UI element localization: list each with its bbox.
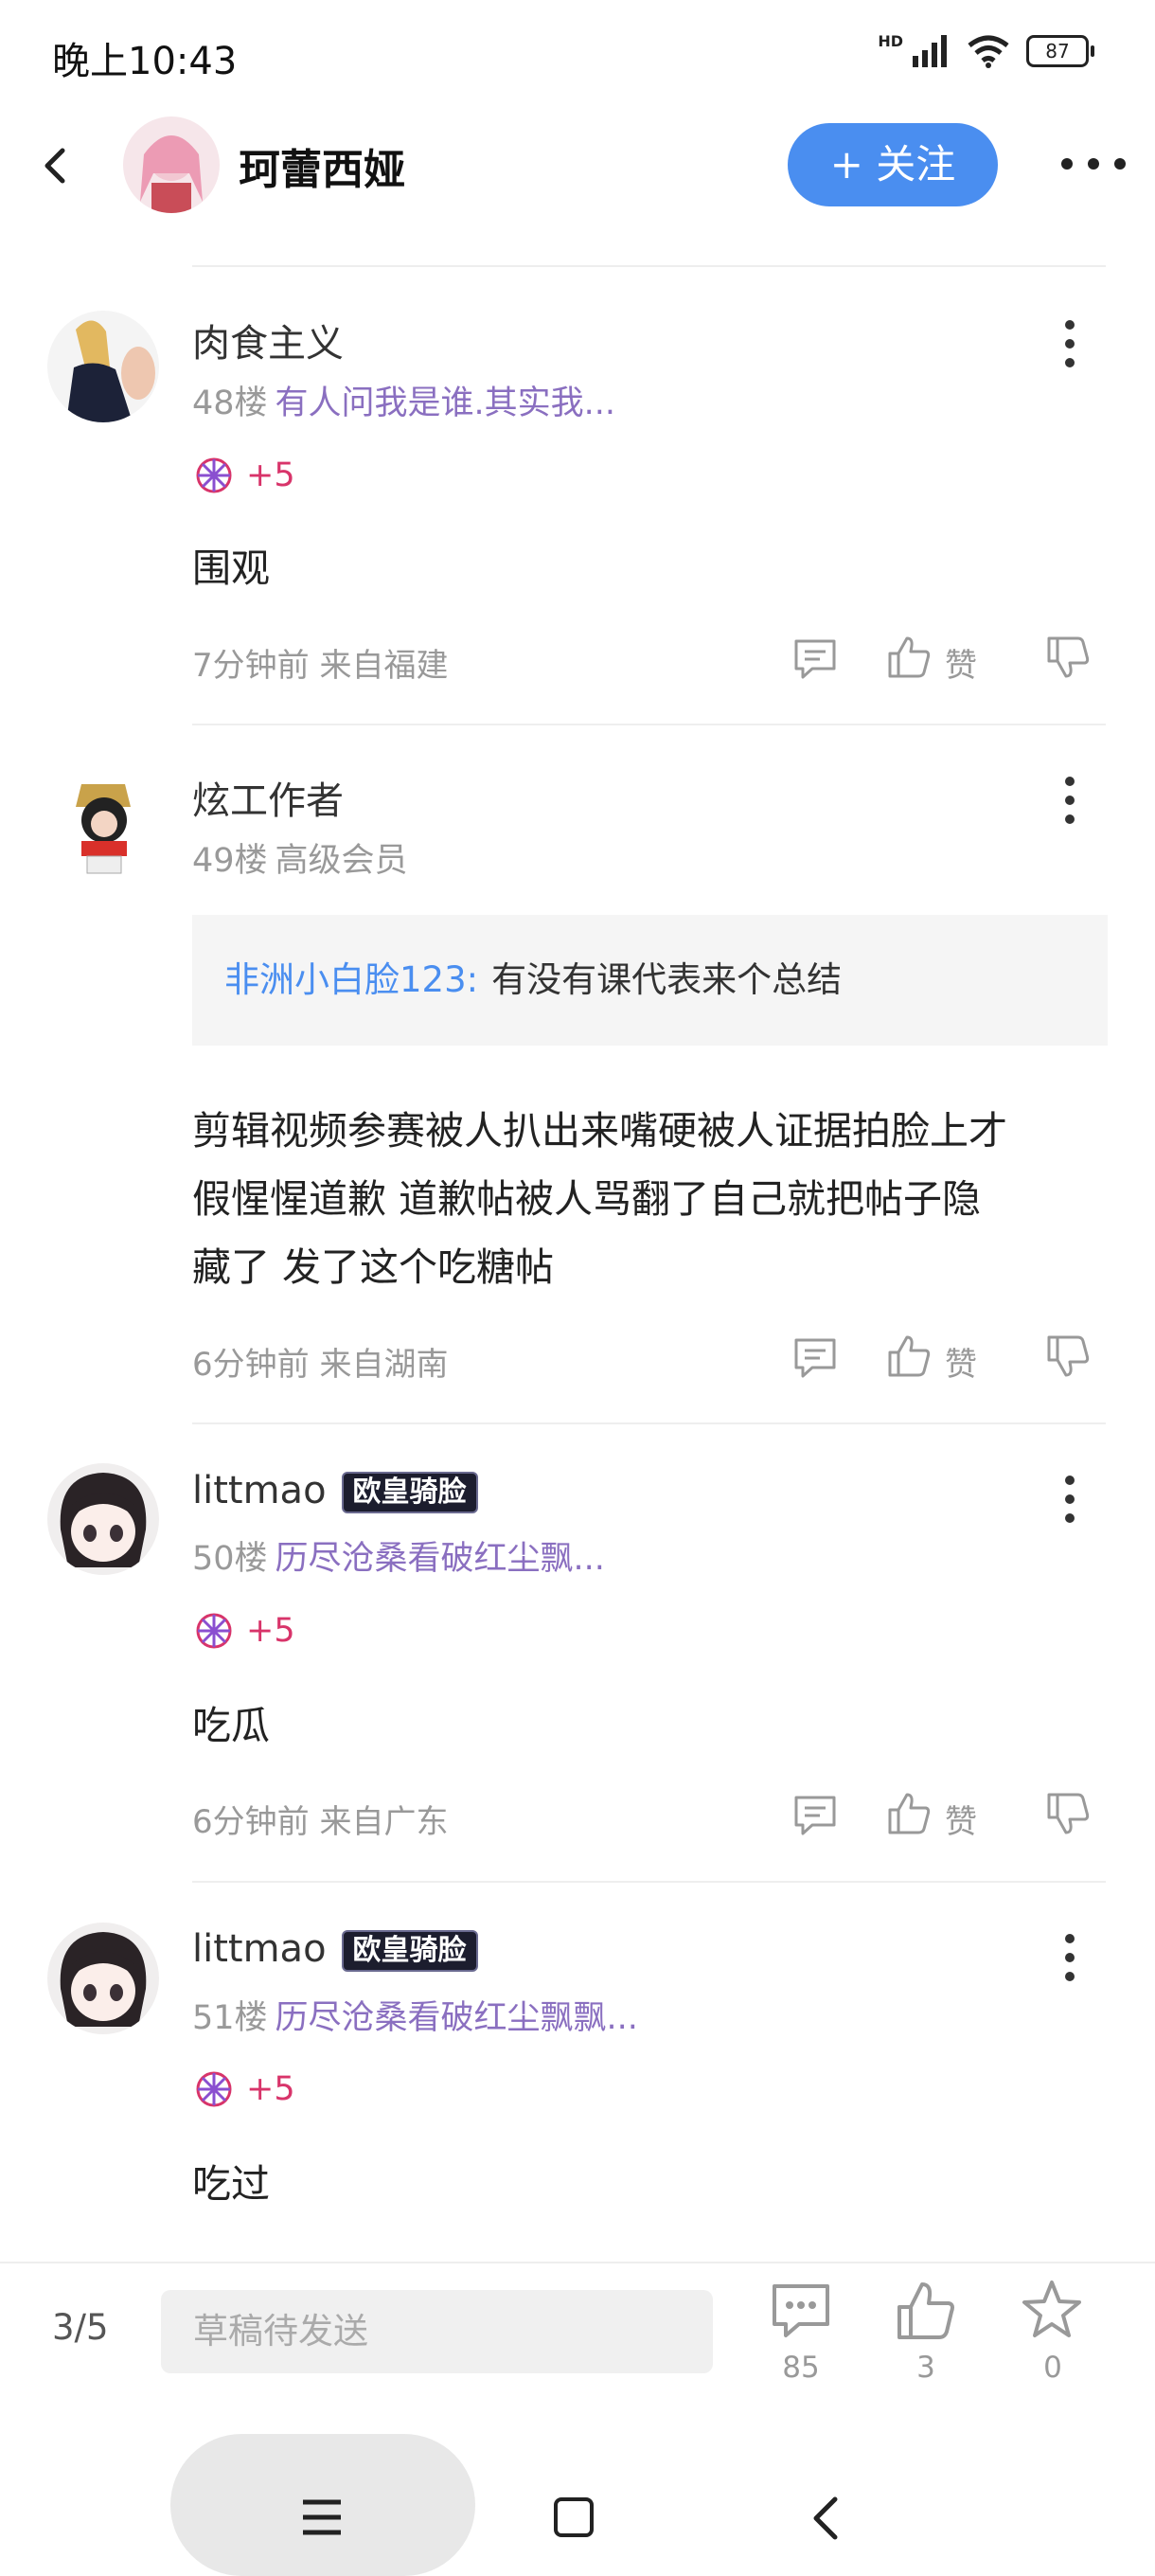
post-meta: 48楼 有人问我是谁.其实我... — [192, 376, 615, 424]
medal-badge: 欧皇骑脸 — [341, 1472, 478, 1513]
quote-text: 有没有课代表来个总结 — [491, 959, 843, 1000]
like-icon[interactable] — [886, 635, 932, 680]
reply-icon[interactable] — [793, 638, 837, 680]
kebab-menu-icon[interactable] — [1053, 1471, 1087, 1528]
like-icon[interactable] — [896, 2281, 956, 2341]
user-title: 有人问我是谁.其实我... — [275, 385, 616, 422]
back-icon[interactable] — [807, 2495, 844, 2542]
comment-count: 85 — [782, 2351, 820, 2385]
reward: +5 — [195, 1612, 295, 1650]
reward: +5 — [195, 456, 295, 494]
post-time: 6分钟前 来自湖南 — [192, 1346, 449, 1384]
reward-count: +5 — [246, 2070, 295, 2108]
post-content: 围观 — [192, 546, 270, 591]
follow-button[interactable]: + 关注 — [788, 123, 998, 206]
post-meta: 50楼 历尽沧桑看破红尘飘... — [192, 1531, 605, 1580]
post-meta: 51楼 历尽沧桑看破红尘飘飘... — [192, 1991, 638, 2039]
like-label[interactable]: 赞 — [945, 1338, 977, 1385]
divider — [192, 265, 1106, 267]
author-name[interactable]: 炫工作者 — [192, 770, 344, 825]
header-username[interactable]: 珂蕾西娅 — [239, 135, 405, 196]
reply-input[interactable]: 草稿待发送 — [161, 2290, 713, 2373]
wifi-icon — [968, 35, 1009, 68]
content-line: 假惺惺道歉 道歉帖被人骂翻了自己就把帖子隐 — [192, 1176, 982, 1222]
header: 珂蕾西娅 + 关注 — [0, 109, 1155, 223]
author-name[interactable]: littmao 欧皇骑脸 — [192, 1927, 478, 1972]
system-nav-bar — [0, 2404, 1155, 2576]
floor-number: 51楼 — [192, 1999, 268, 2037]
content-line: 藏了 发了这个吃糖帖 — [192, 1244, 555, 1290]
like-count: 3 — [916, 2351, 935, 2385]
floor-number: 50楼 — [192, 1540, 268, 1578]
star-icon[interactable] — [1021, 2279, 1083, 2341]
kebab-menu-icon[interactable] — [1053, 1929, 1087, 1986]
reward-count: +5 — [246, 456, 295, 494]
post-content: 剪辑视频参赛被人扒出来嘴硬被人证据拍脸上才 假惺惺道歉 道歉帖被人骂翻了自己就把… — [192, 1097, 1111, 1301]
home-square-icon[interactable] — [553, 2496, 595, 2538]
more-icon[interactable] — [1056, 145, 1131, 183]
post-content: 吃瓜 — [192, 1703, 270, 1748]
favorite-count: 0 — [1043, 2351, 1062, 2385]
content-line: 剪辑视频参赛被人扒出来嘴硬被人证据拍脸上才 — [192, 1108, 1007, 1154]
header-avatar[interactable] — [123, 116, 220, 213]
quote-block[interactable]: 非洲小白脸123: 有没有课代表来个总结 — [192, 915, 1108, 1046]
status-time: 晚上10:43 — [52, 40, 238, 83]
reward-count: +5 — [246, 1612, 295, 1650]
avatar[interactable] — [47, 1463, 159, 1575]
like-label[interactable]: 赞 — [945, 639, 977, 686]
status-icons: HD 87 — [878, 32, 1094, 68]
divider — [192, 724, 1106, 725]
kebab-menu-icon[interactable] — [1053, 772, 1087, 829]
author-name-text[interactable]: littmao — [192, 1469, 327, 1512]
author-name[interactable]: littmao 欧皇骑脸 — [192, 1469, 478, 1513]
candy-icon — [196, 457, 232, 493]
dislike-icon[interactable] — [1045, 1333, 1091, 1379]
dislike-icon[interactable] — [1045, 635, 1091, 680]
author-name[interactable]: 肉食主义 — [192, 313, 344, 367]
like-icon[interactable] — [886, 1333, 932, 1379]
signal-icon — [913, 35, 947, 67]
divider — [192, 1881, 1106, 1883]
dislike-icon[interactable] — [1045, 1791, 1091, 1836]
user-title: 历尽沧桑看破红尘飘... — [275, 1540, 605, 1578]
post-content: 吃过 — [192, 2161, 270, 2207]
back-icon[interactable] — [28, 137, 85, 194]
candy-icon — [196, 1613, 232, 1649]
reply-icon[interactable] — [793, 1795, 837, 1836]
quote-user[interactable]: 非洲小白脸123: — [224, 959, 478, 1000]
user-title: 高级会员 — [275, 842, 408, 880]
post-meta: 49楼 高级会员 — [192, 833, 408, 882]
comment-icon[interactable] — [771, 2282, 831, 2339]
author-name-text[interactable]: littmao — [192, 1927, 327, 1971]
floor-number: 49楼 — [192, 842, 268, 880]
battery-icon: 87 — [1026, 35, 1094, 67]
divider — [192, 1422, 1106, 1424]
candy-icon — [196, 2071, 232, 2107]
post-time: 7分钟前 来自福建 — [192, 647, 449, 685]
like-icon[interactable] — [886, 1791, 932, 1836]
reply-icon[interactable] — [793, 1337, 837, 1379]
floor-number: 48楼 — [192, 385, 268, 422]
post-time: 6分钟前 来自广东 — [192, 1803, 449, 1841]
page-indicator[interactable]: 3/5 — [52, 2307, 109, 2348]
kebab-menu-icon[interactable] — [1053, 315, 1087, 372]
user-title: 历尽沧桑看破红尘飘飘... — [275, 1999, 638, 2037]
hd-label: HD — [878, 32, 903, 50]
medal-badge: 欧皇骑脸 — [341, 1930, 478, 1972]
avatar[interactable] — [47, 311, 159, 422]
bottom-action-bar: 3/5 草稿待发送 85 3 0 — [0, 2262, 1155, 2406]
avatar[interactable] — [47, 1923, 159, 2034]
reward: +5 — [195, 2070, 295, 2108]
like-label[interactable]: 赞 — [945, 1796, 977, 1842]
avatar[interactable] — [47, 765, 159, 877]
menu-icon[interactable] — [301, 2498, 343, 2536]
